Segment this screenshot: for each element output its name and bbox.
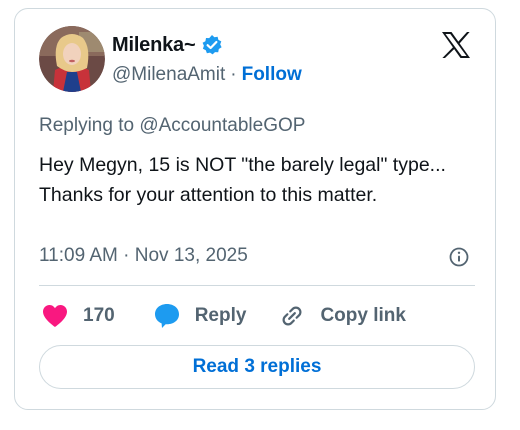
divider: [39, 285, 475, 286]
reply-label: Reply: [194, 305, 247, 326]
read-replies-button[interactable]: Read 3 replies: [39, 345, 475, 389]
info-icon[interactable]: [448, 246, 470, 268]
copy-link-label: Copy link: [320, 305, 406, 326]
speech-bubble-icon: [153, 302, 181, 330]
follow-button[interactable]: Follow: [242, 64, 302, 86]
like-count: 170: [83, 305, 115, 326]
like-button[interactable]: 170: [41, 303, 115, 329]
x-logo-icon[interactable]: [441, 31, 471, 59]
post-text: Hey Megyn, 15 is NOT "the barely legal" …: [39, 154, 446, 206]
link-icon: [278, 302, 306, 330]
author-handle-row: @MilenaAmit · Follow: [112, 64, 302, 86]
reply-button[interactable]: Reply: [153, 302, 247, 330]
copy-link-button[interactable]: Copy link: [278, 302, 406, 330]
post-card: Milenka~ @MilenaAmit · Follow Replying t…: [14, 8, 496, 410]
replying-to-text[interactable]: Replying to @AccountableGOP: [39, 115, 305, 137]
author-handle[interactable]: @MilenaAmit: [112, 64, 225, 86]
post-timestamp[interactable]: 11:09 AM · Nov 13, 2025: [39, 245, 248, 267]
verified-badge-icon: [201, 34, 223, 56]
separator-dot: ·: [230, 64, 237, 85]
action-bar: 170 Reply Copy link: [41, 301, 406, 331]
heart-icon: [41, 303, 69, 329]
author-name-row: Milenka~: [112, 32, 223, 58]
author-display-name[interactable]: Milenka~: [112, 34, 196, 57]
avatar[interactable]: [39, 26, 105, 92]
